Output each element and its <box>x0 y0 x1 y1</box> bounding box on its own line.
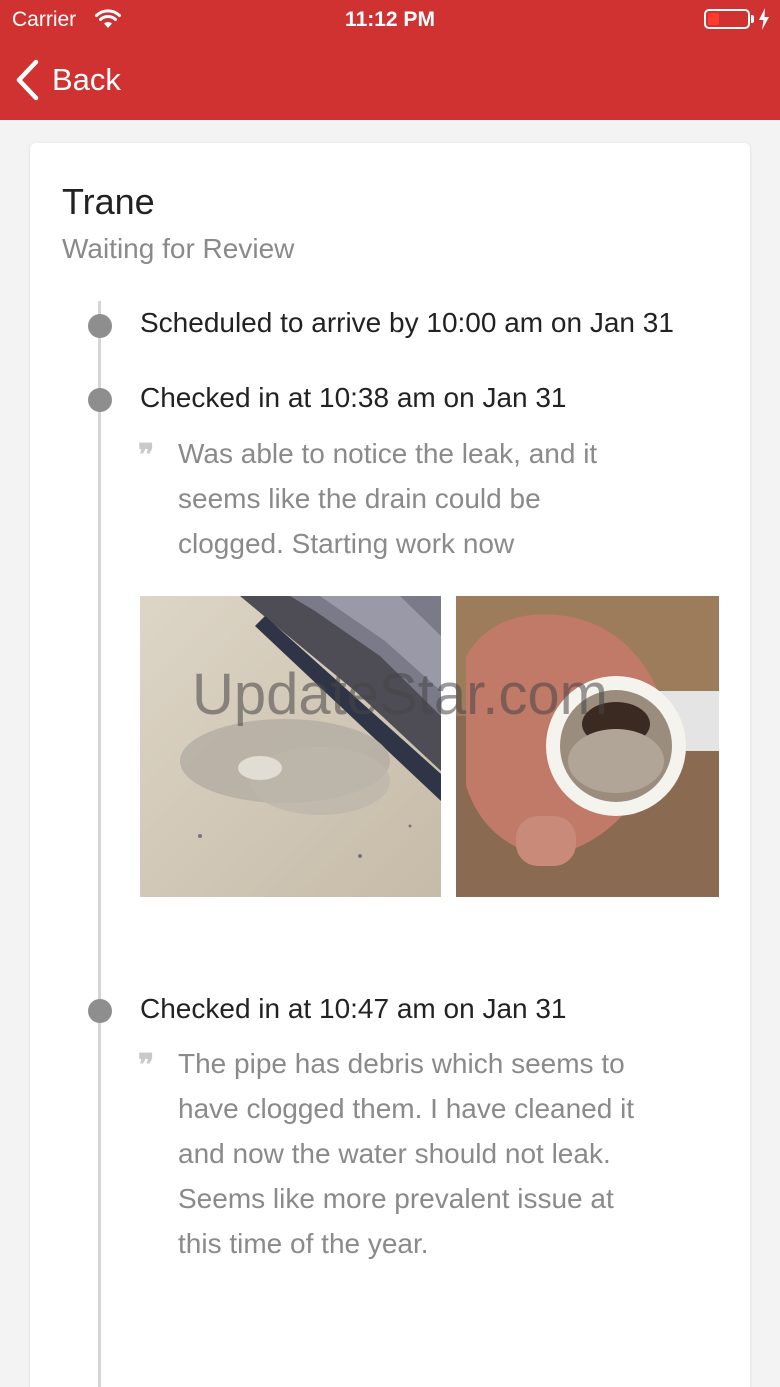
company-title: Trane <box>62 181 155 222</box>
clogged-pipe-photo[interactable] <box>456 596 719 897</box>
status-bar: Carrier 11:12 PM <box>0 0 780 40</box>
timeline-dot <box>88 388 112 412</box>
event-checkin-2: Checked in at 10:47 am on Jan 31 <box>140 993 567 1024</box>
charging-bolt-icon <box>759 8 769 30</box>
battery-icon <box>704 9 750 29</box>
job-status: Waiting for Review <box>62 233 295 264</box>
quote-icon: ❞ <box>138 438 155 473</box>
event-checkin-1: Checked in at 10:38 am on Jan 31 <box>140 382 567 413</box>
water-leak-photo[interactable] <box>140 596 441 897</box>
timeline-dot <box>88 999 112 1023</box>
battery-nub <box>751 15 754 23</box>
quote-icon: ❞ <box>138 1048 155 1083</box>
event-scheduled: Scheduled to arrive by 10:00 am on Jan 3… <box>140 307 674 338</box>
chevron-left-icon <box>16 59 39 101</box>
timeline-dot <box>88 314 112 338</box>
back-button[interactable]: Back <box>14 58 121 102</box>
clock-time: 11:12 PM <box>345 8 435 31</box>
timeline-line <box>98 301 101 1387</box>
navigation-header: Carrier 11:12 PM Back <box>0 0 780 120</box>
checkin-1-note: Was able to notice the leak, and it seem… <box>178 438 598 559</box>
back-label: Back <box>52 62 121 97</box>
job-detail-card: Trane Waiting for Review Scheduled to ar… <box>30 143 750 1387</box>
checkin-2-note: The pipe has debris which seems to have … <box>178 1048 635 1259</box>
